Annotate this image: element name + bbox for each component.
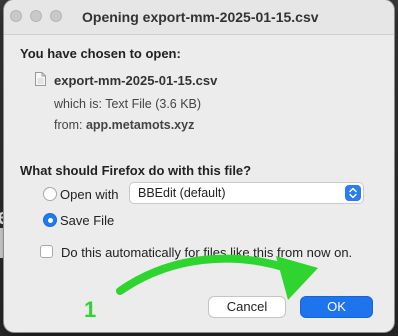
file-name: export-mm-2025-01-15.csv: [54, 73, 218, 88]
window-title: Opening export-mm-2025-01-15.csv: [82, 9, 319, 25]
download-dialog: Opening export-mm-2025-01-15.csv You hav…: [4, 0, 394, 332]
chosen-heading: You have chosen to open:: [20, 46, 181, 61]
open-with-app-value: BBEdit (default): [138, 186, 226, 200]
file-source-value: app.metamots.xyz: [85, 118, 195, 132]
close-window-button[interactable]: [10, 10, 22, 22]
save-file-label[interactable]: Save File: [60, 213, 114, 228]
open-with-app-select[interactable]: BBEdit (default): [129, 182, 364, 204]
file-type-value: Text File (3.6 KB): [105, 97, 202, 111]
title-bar: Opening export-mm-2025-01-15.csv: [4, 0, 394, 35]
zoom-window-button[interactable]: [50, 10, 62, 22]
file-icon: [35, 72, 46, 86]
which-is-label: which is:: [54, 97, 102, 111]
file-source-row: from: app.metamots.xyz: [54, 118, 194, 132]
save-file-radio[interactable]: [43, 213, 57, 227]
from-label: from:: [54, 118, 83, 132]
chevron-updown-icon: [345, 185, 361, 201]
action-heading: What should Firefox do with this file?: [20, 163, 252, 178]
annotation-step-number: 1: [84, 297, 97, 322]
auto-action-checkbox[interactable]: [40, 245, 53, 258]
ok-button[interactable]: OK: [300, 296, 373, 318]
auto-action-label[interactable]: Do this automatically for files like thi…: [61, 245, 352, 260]
cancel-button[interactable]: Cancel: [208, 296, 286, 318]
open-with-radio[interactable]: [43, 187, 57, 201]
file-type-row: which is: Text File (3.6 KB): [54, 97, 201, 111]
open-with-label[interactable]: Open with: [60, 187, 119, 202]
minimize-window-button[interactable]: [30, 10, 42, 22]
